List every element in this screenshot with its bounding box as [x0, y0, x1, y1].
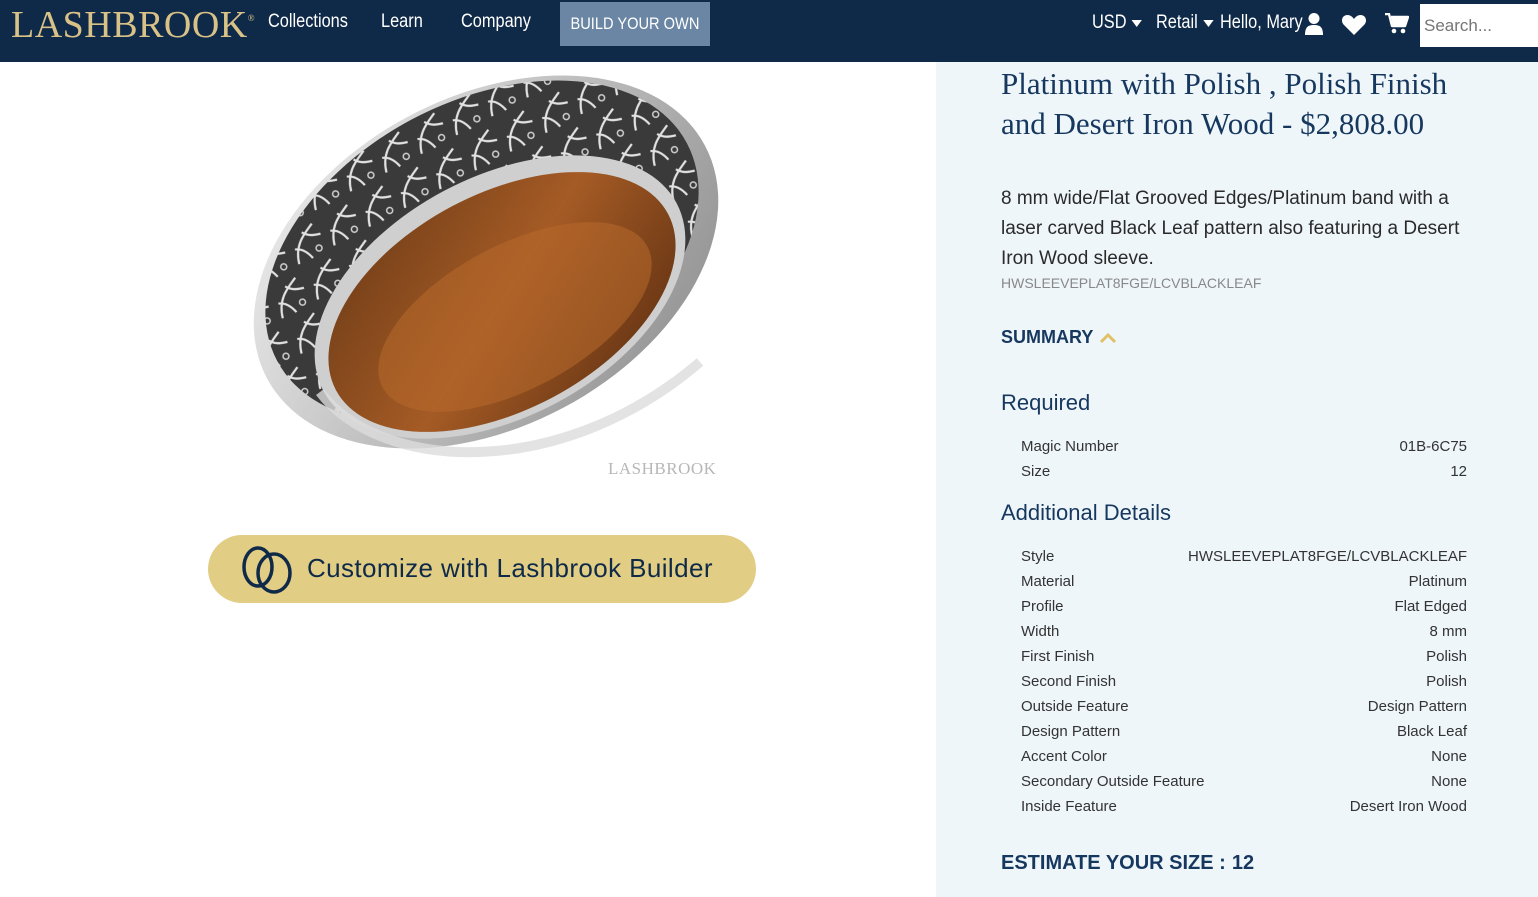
top-navigation: LASHBROOK® Collections Learn Company BUI…	[0, 0, 1538, 62]
product-title: Platinum with Polish , Polish Finish and…	[1001, 66, 1448, 141]
customize-builder-label: Customize with Lashbrook Builder	[307, 553, 713, 583]
spec-row-magic-number: Magic Number 01B-6C75	[1021, 438, 1467, 460]
search-input[interactable]	[1420, 4, 1538, 47]
spec-value: Polish	[1426, 648, 1467, 665]
nav-collections[interactable]: Collections	[268, 11, 348, 33]
cart-icon[interactable]	[1385, 12, 1410, 40]
spec-row-second-finish: Second Finish Polish	[1021, 673, 1467, 695]
spec-label: Design Pattern	[1021, 723, 1121, 740]
additional-details-heading: Additional Details	[1001, 500, 1171, 525]
currency-dropdown[interactable]: USD	[1092, 12, 1142, 34]
spec-value: Black Leaf	[1396, 723, 1467, 740]
spec-label: Secondary Outside Feature	[1021, 773, 1205, 790]
spec-label: Accent Color	[1021, 748, 1107, 765]
spec-value: Design Pattern	[1367, 698, 1467, 715]
required-heading: Required	[1001, 390, 1091, 415]
spec-row-style: Style HWSLEEVEPLAT8FGE/LCVBLACKLEAF	[1021, 548, 1467, 570]
spec-label: Outside Feature	[1021, 698, 1129, 715]
spec-label: Size	[1021, 463, 1051, 480]
product-description: 8 mm wide/Flat Grooved Edges/Platinum ba…	[1001, 188, 1460, 269]
logo-text: LASHBROOK	[11, 4, 248, 46]
interlocking-rings-icon	[242, 546, 292, 594]
chevron-up-icon	[1100, 332, 1117, 343]
estimate-size-value: 12	[1231, 852, 1255, 874]
caret-down-icon	[1131, 19, 1142, 27]
product-sku: HWSLEEVEPLAT8FGE/LCVBLACKLEAF	[1001, 275, 1262, 291]
spec-label: First Finish	[1021, 648, 1095, 665]
spec-value: Desert Iron Wood	[1349, 798, 1467, 815]
summary-toggle[interactable]: SUMMARY	[1001, 327, 1117, 348]
nav-learn[interactable]: Learn	[381, 11, 423, 33]
spec-value: 8 mm	[1429, 623, 1468, 640]
estimate-size[interactable]: ESTIMATE YOUR SIZE :12	[1001, 852, 1254, 875]
spec-row-secondary-outside-feature: Secondary Outside Feature None	[1021, 773, 1467, 795]
spec-row-accent-color: Accent Color None	[1021, 748, 1467, 770]
spec-row-design-pattern: Design Pattern Black Leaf	[1021, 723, 1467, 745]
spec-label: Material	[1021, 573, 1075, 590]
spec-value: 01B-6C75	[1399, 438, 1467, 455]
spec-row-outside-feature: Outside Feature Design Pattern	[1021, 698, 1467, 720]
pricing-dropdown[interactable]: Retail	[1156, 12, 1214, 34]
spec-value: 12	[1450, 463, 1467, 480]
spec-row-width: Width 8 mm	[1021, 623, 1467, 645]
summary-label: SUMMARY	[1001, 327, 1094, 347]
estimate-size-label: ESTIMATE YOUR SIZE :	[1001, 852, 1226, 874]
logo[interactable]: LASHBROOK®	[11, 3, 255, 47]
spec-row-profile: Profile Flat Edged	[1021, 598, 1467, 620]
spec-row-inside-feature: Inside Feature Desert Iron Wood	[1021, 798, 1467, 820]
build-your-own-button[interactable]: BUILD YOUR OWN	[560, 2, 710, 46]
spec-value: Platinum	[1408, 573, 1467, 590]
currency-label: USD	[1092, 12, 1127, 33]
spec-label: Second Finish	[1021, 673, 1117, 690]
registered-mark: ®	[247, 13, 256, 23]
spec-label: Style	[1021, 548, 1055, 565]
user-icon[interactable]	[1304, 12, 1324, 41]
greeting[interactable]: Hello, Mary	[1220, 12, 1303, 34]
spec-label: Inside Feature	[1021, 798, 1117, 815]
spec-label: Magic Number	[1021, 438, 1119, 455]
image-watermark: LASHBROOK	[608, 459, 717, 478]
spec-label: Profile	[1021, 598, 1064, 615]
spec-value: None	[1431, 773, 1467, 790]
spec-row-first-finish: First Finish Polish	[1021, 648, 1467, 670]
caret-down-icon	[1202, 19, 1214, 27]
heart-icon[interactable]	[1341, 14, 1367, 41]
spec-value: HWSLEEVEPLAT8FGE/LCVBLACKLEAF	[1188, 548, 1467, 565]
product-media: LASHBROOK Customize with Lashbrook Build…	[0, 62, 936, 897]
nav-company[interactable]: Company	[461, 11, 531, 33]
spec-label: Width	[1021, 623, 1060, 640]
spec-row-material: Material Platinum	[1021, 573, 1467, 595]
spec-row-size: Size 12	[1021, 463, 1467, 485]
product-details: Platinum with Polish , Polish Finish and…	[936, 62, 1538, 897]
customize-builder-button[interactable]: Customize with Lashbrook Builder	[208, 535, 756, 603]
spec-value: None	[1431, 748, 1467, 765]
spec-value: Flat Edged	[1394, 598, 1467, 615]
spec-value: Polish	[1426, 673, 1467, 690]
pricing-label: Retail	[1156, 12, 1198, 33]
ring-image	[253, 75, 719, 458]
build-your-own-label: BUILD YOUR OWN	[570, 14, 700, 33]
